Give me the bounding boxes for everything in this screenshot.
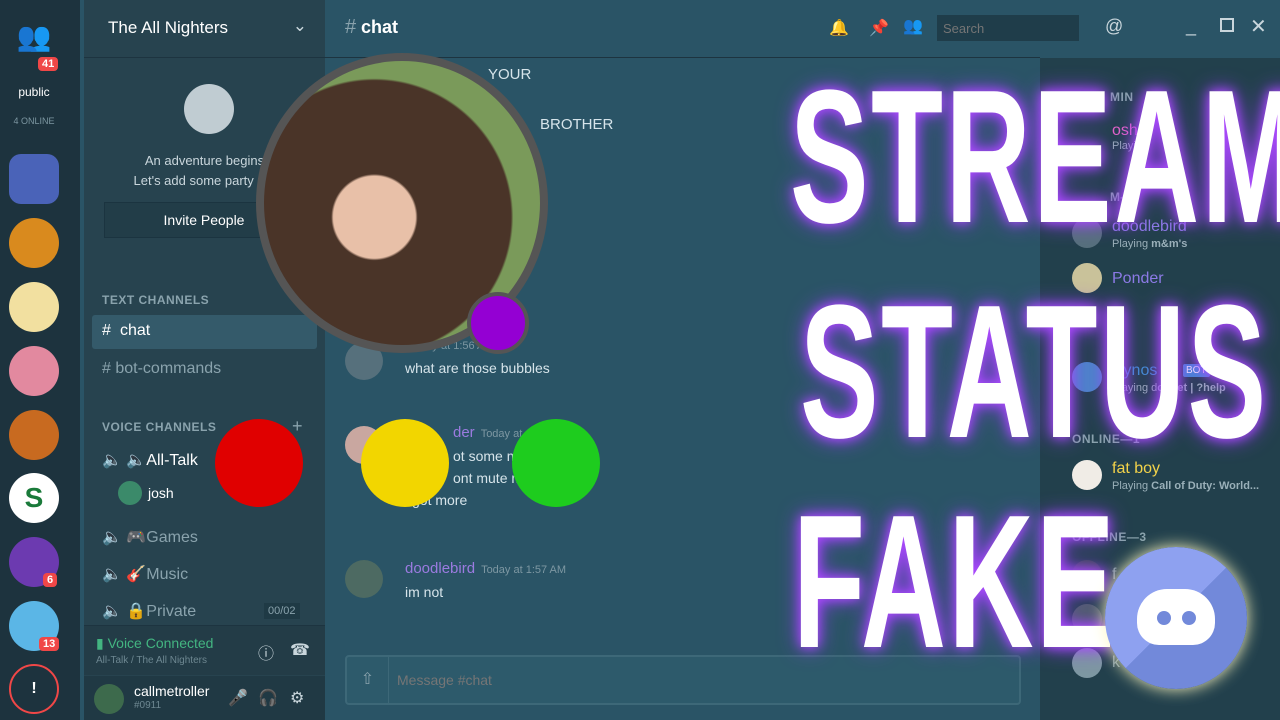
overlay-title-line: STREAM bbox=[790, 51, 1280, 263]
mention-icon[interactable]: @ bbox=[1105, 16, 1123, 37]
voice-panel: ▮ Voice Connected All-Talk / The All Nig… bbox=[84, 625, 325, 675]
server-icon[interactable] bbox=[9, 346, 59, 396]
bell-icon[interactable]: 🔔 bbox=[829, 18, 849, 38]
server-icon[interactable] bbox=[9, 282, 59, 332]
alert-button[interactable]: ! bbox=[9, 664, 59, 714]
text-channels-header: TEXT CHANNELS bbox=[102, 293, 210, 307]
notification-badge: 41 bbox=[38, 57, 59, 71]
green-status-dot bbox=[512, 419, 600, 507]
yellow-status-dot bbox=[361, 419, 449, 507]
voice-channel-games[interactable]: 🔈 🎮Games bbox=[102, 527, 198, 547]
server-icon[interactable] bbox=[9, 154, 59, 204]
voice-channel-all-talk[interactable]: 🔈 🔈All-Talk bbox=[102, 450, 198, 470]
channel-name: 🎸Music bbox=[126, 566, 189, 583]
search-input[interactable] bbox=[937, 15, 1079, 41]
server-icon[interactable]: S bbox=[9, 473, 59, 523]
avatar-icon bbox=[184, 84, 234, 134]
purple-status-dot bbox=[467, 292, 529, 354]
channel-chat[interactable]: # chat bbox=[92, 315, 317, 349]
minimize-icon[interactable]: _ bbox=[1186, 16, 1196, 37]
member-activity: Playing bbox=[1112, 480, 1152, 492]
channel-name: 🔈All-Talk bbox=[126, 452, 198, 469]
message-text: YOUR bbox=[488, 66, 532, 83]
voice-channel-private[interactable]: 🔈 🔒Private bbox=[102, 601, 196, 621]
headphones-icon[interactable]: 🎧 bbox=[258, 688, 278, 708]
maximize-icon[interactable] bbox=[1220, 18, 1234, 32]
close-icon[interactable]: ✕ bbox=[1250, 14, 1267, 39]
server-icon[interactable] bbox=[9, 410, 59, 460]
discord-logo bbox=[1105, 547, 1247, 689]
server-header[interactable]: The All Nighters ⌄ bbox=[84, 0, 325, 58]
microphone-icon[interactable]: 🎤 bbox=[228, 688, 248, 708]
pin-icon[interactable]: 📌 bbox=[869, 18, 889, 38]
channel-name: bot-commands bbox=[115, 360, 222, 377]
member-game: Call of Duty: World... bbox=[1151, 480, 1260, 492]
message-author[interactable]: der bbox=[453, 424, 475, 441]
voice-location: All-Talk / The All Nighters bbox=[96, 655, 207, 666]
info-icon[interactable]: ⓘ bbox=[258, 640, 274, 664]
server-list: 👥 41 public 4 ONLINE S 6 13 ! bbox=[0, 0, 80, 720]
channel-title: chat bbox=[361, 17, 399, 37]
user-limit: 00/02 bbox=[264, 603, 300, 619]
overlay-title-line: FAKE bbox=[793, 476, 1118, 688]
channel-name: chat bbox=[120, 322, 151, 339]
chevron-down-icon: ⌄ bbox=[292, 16, 307, 35]
user-tag: #0911 bbox=[134, 700, 162, 711]
user-panel: callmetroller #0911 🎤 🎧 ⚙ bbox=[84, 676, 325, 720]
server-icon[interactable] bbox=[9, 218, 59, 268]
notification-badge: 13 bbox=[39, 637, 60, 651]
public-label: public bbox=[18, 85, 50, 99]
gear-icon[interactable]: ⚙ bbox=[290, 688, 304, 708]
voice-status: ▮ Voice Connected bbox=[96, 635, 214, 651]
username: callmetroller bbox=[134, 683, 210, 699]
message-time: Today at 1:57 AM bbox=[481, 564, 567, 576]
channel-name: 🎮Games bbox=[126, 529, 198, 546]
message-text: BROTHER bbox=[540, 116, 614, 133]
voice-channel-music[interactable]: 🔈 🎸Music bbox=[102, 564, 188, 584]
voice-channels-header: VOICE CHANNELS bbox=[102, 420, 217, 434]
online-count: 4 ONLINE bbox=[13, 116, 55, 126]
channel-name: 🔒Private bbox=[126, 603, 197, 620]
members-icon[interactable]: 👥 bbox=[903, 16, 923, 36]
message-author[interactable]: doodlebird bbox=[405, 560, 475, 577]
voice-user[interactable]: josh bbox=[148, 485, 174, 501]
avatar bbox=[94, 684, 124, 714]
overlay-title-line: STATUS bbox=[800, 266, 1269, 478]
red-status-dot bbox=[215, 419, 303, 507]
upload-icon[interactable]: ⇧ bbox=[347, 657, 389, 703]
disconnect-icon[interactable]: ☎ bbox=[290, 640, 310, 660]
chat-header: # chat 🔔 📌 👥 @ bbox=[325, 0, 1123, 58]
avatar bbox=[118, 481, 142, 505]
channel-bot-commands[interactable]: # bot-commands bbox=[102, 360, 221, 378]
voice-status-text: Voice Connected bbox=[107, 635, 214, 651]
server-name: The All Nighters bbox=[108, 18, 228, 37]
add-channel-icon[interactable]: + bbox=[292, 416, 303, 437]
notification-badge: 6 bbox=[43, 573, 58, 587]
